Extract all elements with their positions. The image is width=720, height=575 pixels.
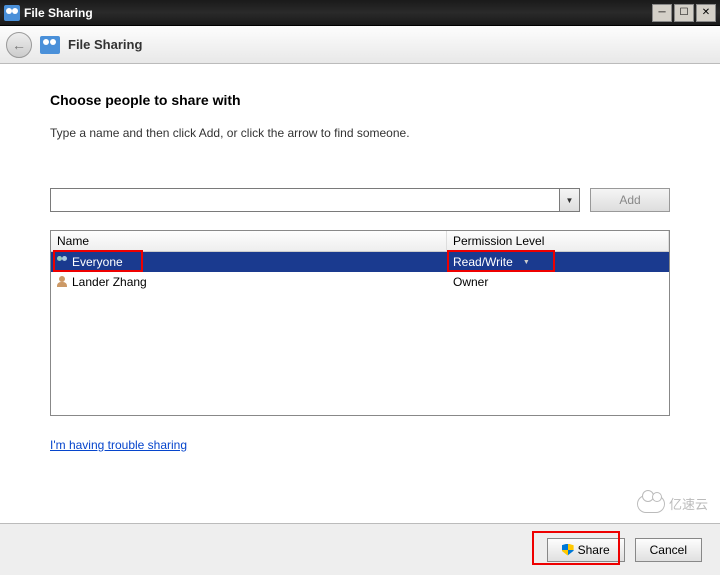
- content-area: Choose people to share with Type a name …: [0, 64, 720, 464]
- dialog-footer: Share Cancel: [0, 523, 720, 575]
- name-dropdown-button[interactable]: ▼: [559, 189, 579, 211]
- user-name: Everyone: [72, 255, 123, 269]
- group-icon: [55, 256, 69, 268]
- add-user-row: ▼ Add: [50, 188, 670, 212]
- add-button[interactable]: Add: [590, 188, 670, 212]
- user-name: Lander Zhang: [72, 275, 147, 289]
- permission-value: Read/Write: [453, 255, 513, 269]
- share-label: Share: [578, 543, 610, 557]
- chevron-down-icon: ▼: [523, 259, 530, 266]
- cloud-icon: [637, 495, 665, 513]
- trouble-sharing-link[interactable]: I'm having trouble sharing: [50, 438, 187, 452]
- people-table: Name Permission Level Everyone Read/Writ…: [50, 230, 670, 416]
- table-row[interactable]: Everyone Read/Write ▼: [51, 252, 669, 272]
- file-sharing-icon: [4, 5, 20, 21]
- cell-permission: Owner: [447, 275, 669, 289]
- watermark: 亿速云: [637, 494, 708, 513]
- shield-icon: [562, 544, 574, 556]
- header-title: File Sharing: [68, 37, 142, 52]
- name-combobox[interactable]: ▼: [50, 188, 580, 212]
- window-title: File Sharing: [24, 6, 652, 20]
- cell-name: Lander Zhang: [51, 275, 447, 289]
- permission-value: Owner: [453, 275, 488, 289]
- maximize-button[interactable]: ☐: [674, 4, 694, 22]
- page-heading: Choose people to share with: [50, 92, 670, 108]
- back-arrow-icon: ←: [12, 37, 26, 53]
- column-name[interactable]: Name: [51, 231, 447, 251]
- user-icon: [55, 276, 69, 288]
- watermark-text: 亿速云: [669, 494, 708, 513]
- cancel-button[interactable]: Cancel: [635, 538, 702, 562]
- window-titlebar: File Sharing ─ ☐ ✕: [0, 0, 720, 26]
- file-sharing-icon: [40, 36, 60, 54]
- page-subtext: Type a name and then click Add, or click…: [50, 126, 670, 140]
- back-button[interactable]: ←: [6, 32, 32, 58]
- close-button[interactable]: ✕: [696, 4, 716, 22]
- minimize-button[interactable]: ─: [652, 4, 672, 22]
- share-button[interactable]: Share: [547, 538, 625, 562]
- cell-permission[interactable]: Read/Write ▼: [447, 255, 669, 269]
- cell-name: Everyone: [51, 255, 447, 269]
- dialog-header: ← File Sharing: [0, 26, 720, 64]
- chevron-down-icon: ▼: [566, 196, 574, 205]
- table-header: Name Permission Level: [51, 231, 669, 252]
- column-permission[interactable]: Permission Level: [447, 231, 669, 251]
- table-row[interactable]: Lander Zhang Owner: [51, 272, 669, 292]
- name-input[interactable]: [51, 189, 559, 211]
